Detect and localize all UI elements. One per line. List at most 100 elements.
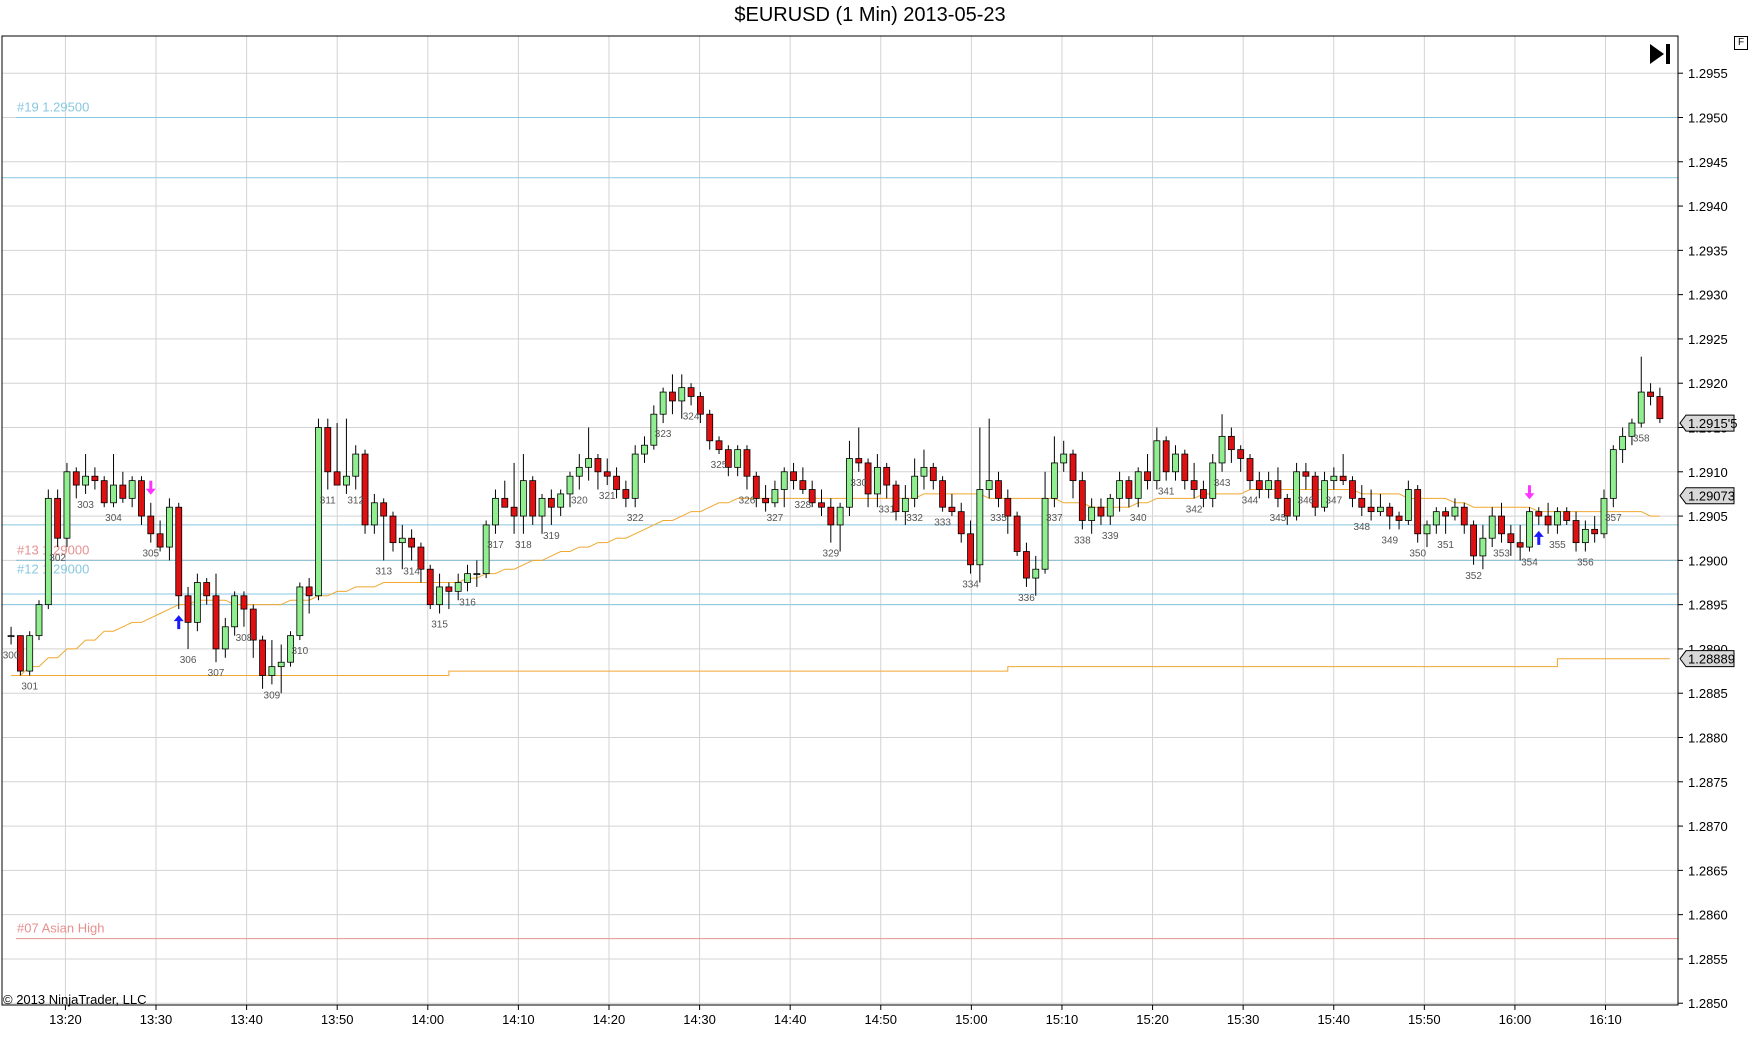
candle-body xyxy=(26,635,34,672)
candle xyxy=(436,573,443,614)
candle-body xyxy=(1591,528,1599,535)
bar-number-label: 305 xyxy=(142,549,159,560)
candle xyxy=(343,418,350,494)
f-button[interactable]: F xyxy=(1734,36,1748,50)
candle xyxy=(594,454,602,490)
candle-body xyxy=(762,497,770,504)
candle xyxy=(1563,507,1571,525)
candle-body xyxy=(7,635,15,638)
candle xyxy=(63,462,71,548)
bar-number-label: 315 xyxy=(431,620,448,631)
bar-number-label: 302 xyxy=(49,553,66,564)
candle-body xyxy=(1442,511,1450,517)
candle xyxy=(650,405,658,450)
candle-body xyxy=(138,480,145,517)
x-tick-label: 15:30 xyxy=(1227,1012,1260,1027)
candle-body xyxy=(1293,471,1300,517)
candle xyxy=(464,564,471,592)
candle xyxy=(1572,511,1580,552)
candle xyxy=(1470,520,1477,565)
candle xyxy=(1330,467,1338,490)
candle xyxy=(920,449,928,490)
x-tick-label: 14:10 xyxy=(502,1012,535,1027)
candle xyxy=(1535,507,1543,525)
price-tag: 1.29073 xyxy=(1679,487,1735,505)
candle xyxy=(1609,445,1617,508)
x-tick-label: 15:00 xyxy=(955,1012,988,1027)
bar-number-label: 300 xyxy=(3,651,20,662)
x-tick-label: 15:40 xyxy=(1317,1012,1350,1027)
candle xyxy=(1255,471,1263,499)
candle xyxy=(762,485,770,512)
bar-number-label: 314 xyxy=(403,566,420,577)
candle-body xyxy=(445,586,453,592)
candle-body xyxy=(911,475,919,499)
x-tick-label: 13:30 xyxy=(140,1012,173,1027)
candle-body xyxy=(1488,515,1496,539)
candle xyxy=(324,418,332,490)
candle-body xyxy=(1451,506,1459,517)
candle-body xyxy=(119,484,127,499)
candle-body xyxy=(1507,533,1515,544)
candle xyxy=(1004,489,1012,534)
candle-body xyxy=(268,666,276,676)
bar-number-label: 325 xyxy=(711,460,728,471)
candle-body xyxy=(72,471,80,486)
candle-body xyxy=(557,493,565,508)
x-tick-label: 14:50 xyxy=(864,1012,897,1027)
candle xyxy=(557,489,565,517)
candle-body xyxy=(100,480,108,504)
axes: 1.2850 1.2855 1.2860 1.2865 1.2870 1.2875 1.28… xyxy=(1,35,1728,1027)
candle xyxy=(659,387,667,424)
x-tick-label: 14:40 xyxy=(774,1012,807,1027)
bar-number-label: 340 xyxy=(1130,513,1147,524)
down-arrow-icon xyxy=(1524,485,1535,500)
candle-body xyxy=(44,497,52,606)
bar-number-label: 336 xyxy=(1018,593,1035,604)
bar-number-label: 309 xyxy=(264,690,281,701)
y-tick-label: 1.2860 xyxy=(1688,908,1728,923)
bar-number-label: 318 xyxy=(515,540,532,551)
scroll-to-end-button[interactable] xyxy=(1646,40,1674,68)
candle-body xyxy=(1125,480,1133,499)
candle-body xyxy=(380,502,388,517)
bar-number-label: 306 xyxy=(180,655,197,666)
bar-number-label: 344 xyxy=(1242,495,1259,506)
candle-body xyxy=(35,604,43,637)
candle xyxy=(119,471,127,503)
candle-body xyxy=(464,573,471,583)
candle xyxy=(929,462,937,490)
candle xyxy=(259,635,266,689)
candle xyxy=(743,445,751,490)
candle-body xyxy=(1516,542,1524,548)
y-tick-label: 1.2875 xyxy=(1688,775,1728,790)
down-arrow-icon xyxy=(145,480,156,495)
y-tick-label: 1.2900 xyxy=(1688,553,1728,568)
bar-number-label: 351 xyxy=(1437,540,1454,551)
x-tick-label: 16:10 xyxy=(1589,1012,1622,1027)
candle xyxy=(520,454,527,534)
candle-body xyxy=(1041,497,1049,570)
y-tick-label: 1.2950 xyxy=(1688,110,1728,125)
candle xyxy=(1647,383,1654,406)
bar-number-label: 352 xyxy=(1465,571,1482,582)
candlestick-chart[interactable]: #19 1.29500#13 1.29000#12 1.29000#07 Asi… xyxy=(0,0,1752,1064)
candle-body xyxy=(818,502,825,508)
candle xyxy=(1293,462,1300,521)
candle-body xyxy=(212,595,220,650)
candle-body xyxy=(510,506,518,517)
candle-body xyxy=(352,453,360,477)
bar-number-label: 328 xyxy=(795,500,812,511)
candle-body xyxy=(1116,480,1123,499)
candle-body xyxy=(529,480,537,517)
candle-body xyxy=(613,475,620,490)
candle-body xyxy=(873,466,881,495)
candle xyxy=(1591,516,1599,543)
candle xyxy=(538,493,546,534)
candle-body xyxy=(743,449,751,477)
candle-body xyxy=(259,639,266,676)
y-tick-label: 1.2935 xyxy=(1688,243,1728,258)
candle-body xyxy=(1414,489,1422,535)
candle xyxy=(361,449,369,534)
candle-body xyxy=(343,475,350,486)
